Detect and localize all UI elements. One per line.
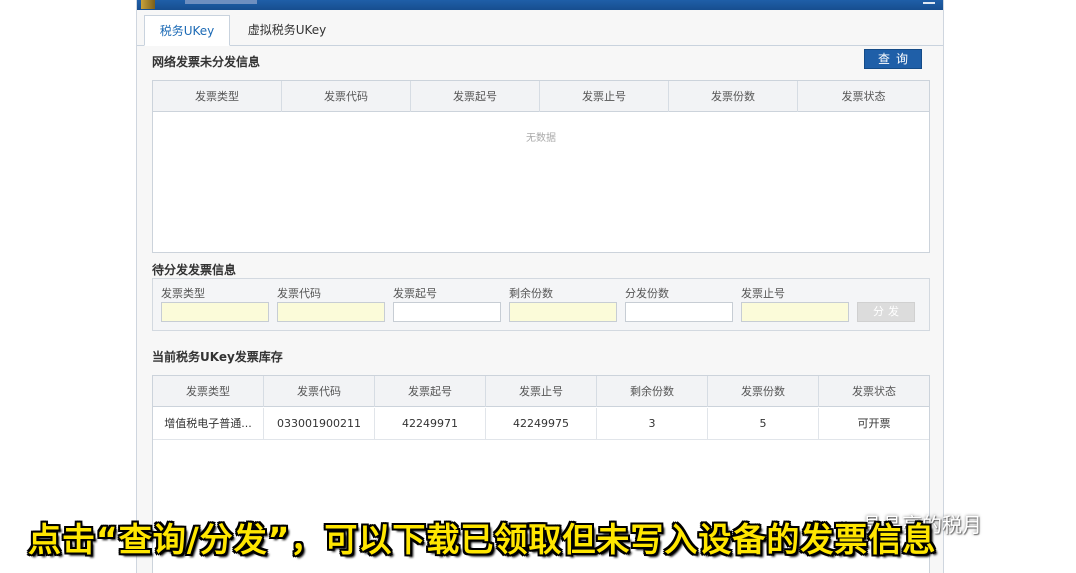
window-title-bar-mark	[185, 0, 257, 4]
distribute-count-field[interactable]	[625, 302, 733, 322]
table-cell: 增值税电子普通...	[153, 408, 264, 440]
distribute-button[interactable]: 分发	[857, 302, 915, 322]
column-header[interactable]: 剩余份数	[597, 376, 708, 407]
screenshot-stage: 税务UKey 虚拟税务UKey 网络发票未分发信息 查询 发票类型 发票代码 发…	[0, 0, 1076, 573]
title-bar	[137, 0, 943, 10]
table-row[interactable]: 增值税电子普通... 033001900211 42249971 4224997…	[153, 408, 929, 440]
field-label: 发票止号	[741, 287, 785, 300]
tab-ukey[interactable]: 税务UKey	[144, 15, 230, 46]
column-header[interactable]: 发票类型	[153, 81, 282, 112]
table-cell: 42249975	[486, 408, 597, 440]
remaining-count-field[interactable]	[509, 302, 617, 322]
inventory-grid-header: 发票类型 发票代码 发票起号 发票止号 剩余份数 发票份数 发票状态	[153, 376, 929, 407]
field-label: 发票代码	[277, 287, 321, 300]
table-cell: 42249971	[375, 408, 486, 440]
field-label: 剩余份数	[509, 287, 553, 300]
tab-strip: 税务UKey 虚拟税务UKey	[137, 15, 943, 46]
start-number-field[interactable]	[393, 302, 501, 322]
field-label: 发票起号	[393, 287, 437, 300]
column-header[interactable]: 发票类型	[153, 376, 264, 407]
column-header[interactable]: 发票代码	[282, 81, 411, 112]
table-cell: 3	[597, 408, 708, 440]
query-button[interactable]: 查询	[864, 49, 922, 69]
column-header[interactable]: 发票止号	[540, 81, 669, 112]
tab-virtual-ukey[interactable]: 虚拟税务UKey	[237, 15, 337, 46]
column-header[interactable]: 发票代码	[264, 376, 375, 407]
invoice-code-field[interactable]	[277, 302, 385, 322]
table-cell: 033001900211	[264, 408, 375, 440]
inventory-section-title: 当前税务UKey发票库存	[152, 350, 283, 364]
column-header[interactable]: 发票份数	[708, 376, 819, 407]
app-logo-icon	[141, 0, 155, 9]
table-cell: 可开票	[857, 417, 891, 430]
empty-state-text: 无数据	[526, 133, 556, 144]
field-label: 分发份数	[625, 287, 669, 300]
column-header[interactable]: 发票起号	[411, 81, 540, 112]
pending-section-title: 待分发发票信息	[152, 263, 237, 277]
column-header[interactable]: 发票份数	[669, 81, 798, 112]
pending-form: 发票类型 发票代码 发票起号 剩余份数 分发份数 发票止号 分发	[152, 278, 930, 331]
video-caption: 点击“查询/分发”，可以下载已领取但未写入设备的发票信息	[28, 520, 937, 559]
end-number-field[interactable]	[741, 302, 849, 322]
network-grid-header: 发票类型 发票代码 发票起号 发票止号 发票份数 发票状态	[153, 81, 929, 112]
app-window: 税务UKey 虚拟税务UKey 网络发票未分发信息 查询 发票类型 发票代码 发…	[136, 0, 944, 573]
column-header[interactable]: 发票状态	[798, 81, 929, 112]
network-section-title: 网络发票未分发信息	[152, 55, 261, 69]
table-cell: 5	[708, 408, 819, 440]
column-header[interactable]: 发票状态	[819, 376, 929, 407]
network-invoice-grid: 发票类型 发票代码 发票起号 发票止号 发票份数 发票状态 无数据	[152, 80, 930, 253]
column-header[interactable]: 发票止号	[486, 376, 597, 407]
field-label: 发票类型	[161, 287, 205, 300]
invoice-type-field[interactable]	[161, 302, 269, 322]
column-header[interactable]: 发票起号	[375, 376, 486, 407]
minimize-icon[interactable]	[923, 2, 935, 4]
